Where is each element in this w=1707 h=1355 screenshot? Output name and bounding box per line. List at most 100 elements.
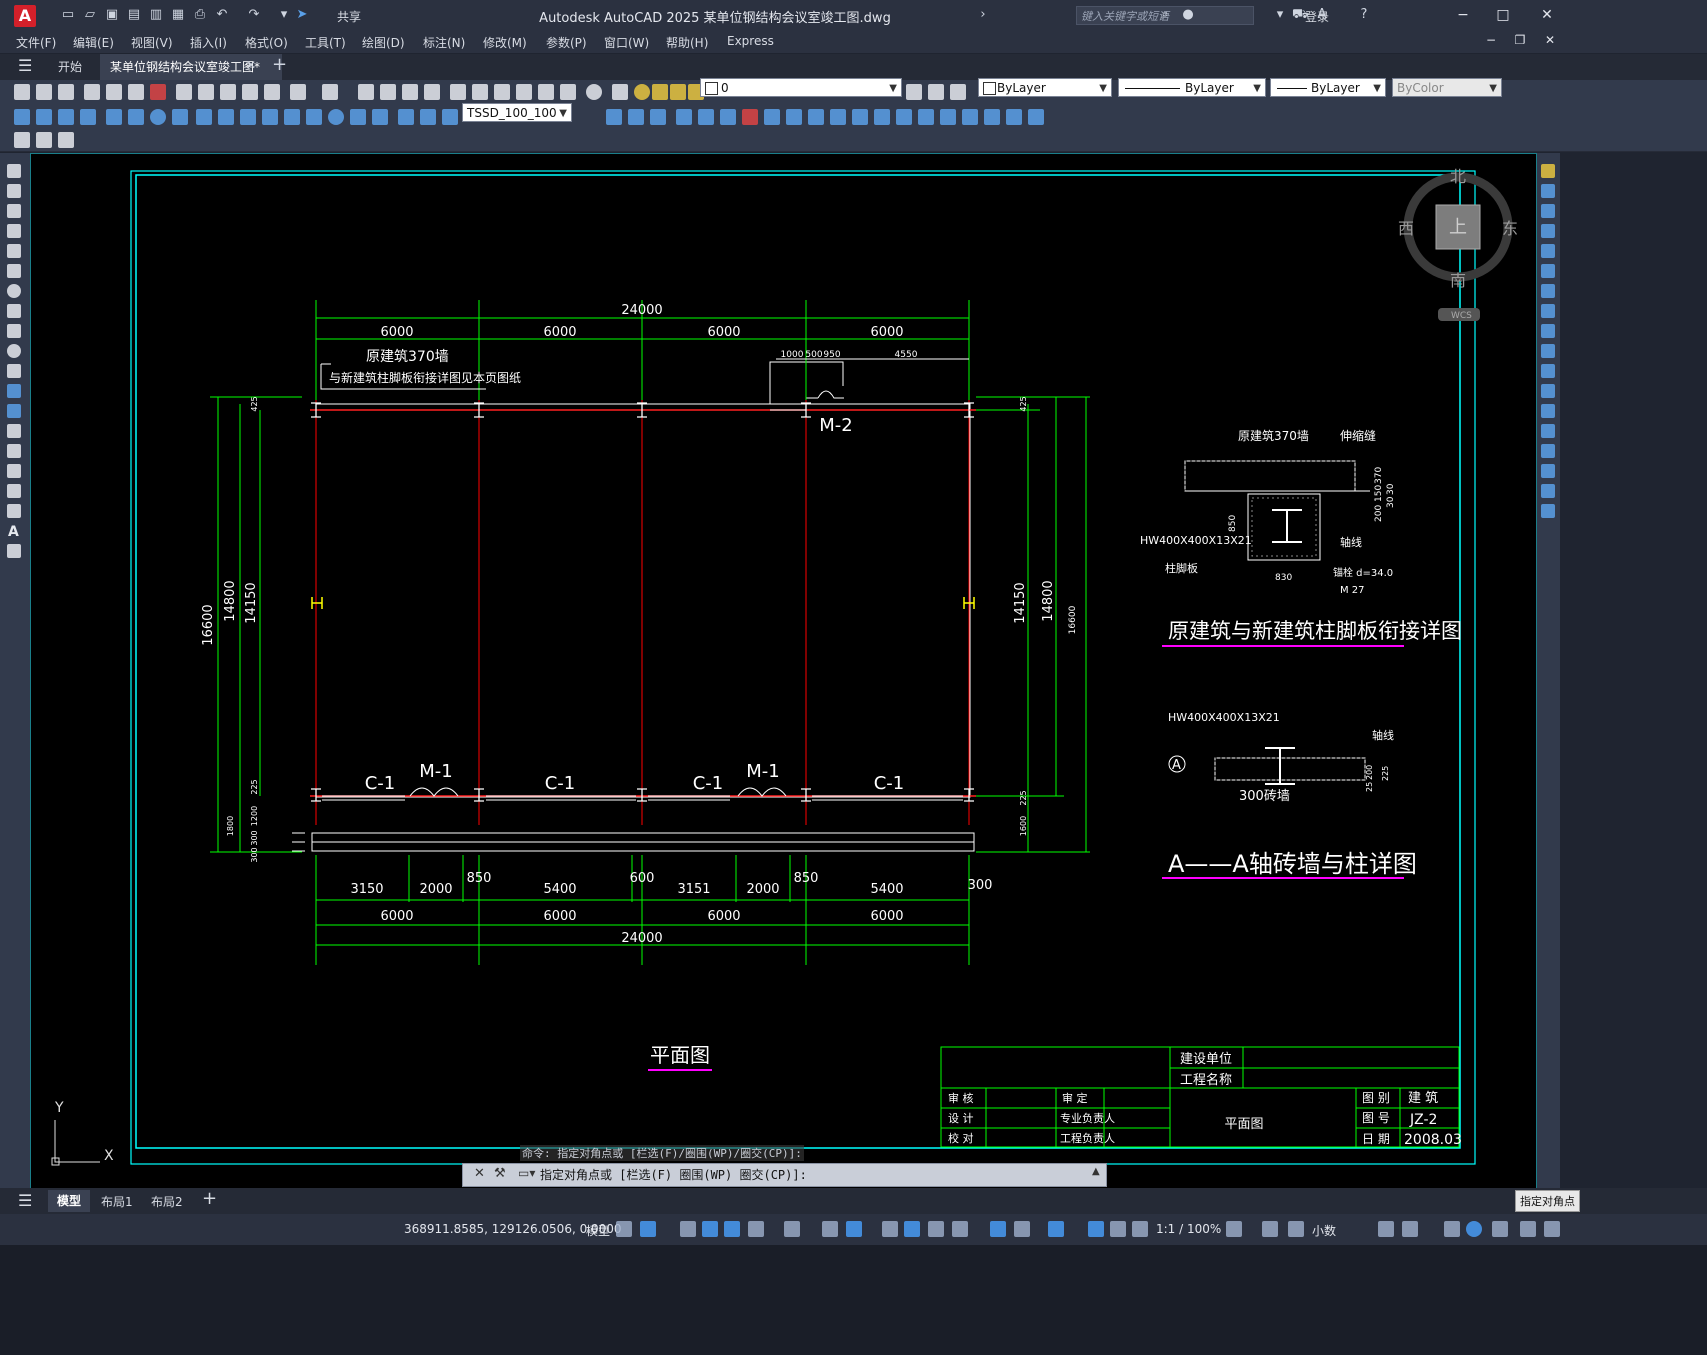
menu-format[interactable]: 格式(O) — [245, 34, 288, 51]
dynamic-ucs-icon[interactable] — [990, 1221, 1006, 1237]
diameter-dimension-icon[interactable] — [150, 109, 166, 125]
help-toolbar-icon[interactable] — [586, 84, 602, 100]
command-close-icon[interactable]: ✕ — [474, 1166, 485, 1181]
paste-icon[interactable] — [220, 84, 236, 100]
lineweight-dropdown[interactable]: ByLayer ▼ — [1270, 78, 1386, 97]
zoom-realtime-icon[interactable] — [380, 84, 396, 100]
quick-properties-icon[interactable] — [1378, 1221, 1394, 1237]
ellipse-tool-icon[interactable] — [7, 344, 21, 358]
center-mark-icon[interactable] — [328, 109, 344, 125]
extend-tool-icon[interactable] — [1541, 364, 1555, 378]
menu-window[interactable]: 窗口(W) — [604, 34, 649, 51]
sheet-set-icon[interactable] — [516, 84, 532, 100]
jogged-linear-icon[interactable] — [372, 109, 388, 125]
menu-file[interactable]: 文件(F) — [16, 34, 56, 51]
layer-freeze-icon[interactable] — [652, 84, 668, 100]
annotation-monitor-icon[interactable] — [1262, 1221, 1278, 1237]
graphics-performance-icon[interactable] — [1466, 1221, 1482, 1237]
close-button[interactable]: ✕ — [1538, 6, 1556, 24]
ortho-icon[interactable] — [724, 1221, 740, 1237]
modeling-pyramid-icon[interactable] — [742, 109, 758, 125]
add-selected-icon[interactable] — [7, 544, 21, 558]
publish-3d-icon[interactable] — [150, 84, 166, 100]
new-tab-icon[interactable]: + — [272, 54, 287, 75]
object-snap-icon[interactable] — [846, 1221, 862, 1237]
jogged-dimension-icon[interactable] — [128, 109, 144, 125]
break-tool-icon[interactable] — [1541, 404, 1555, 418]
aligned-dimension-icon[interactable] — [36, 109, 52, 125]
3d-osnap-icon[interactable] — [952, 1221, 968, 1237]
linear-dimension-icon[interactable] — [14, 109, 30, 125]
viewcube[interactable]: 北 南 西 东 上 WCS — [1398, 167, 1518, 321]
isolate-objects-icon[interactable] — [1444, 1221, 1460, 1237]
search-icon[interactable]: ⌕ — [1157, 7, 1173, 23]
qsave-icon[interactable] — [58, 84, 74, 100]
offset-tool-icon[interactable] — [1541, 224, 1555, 238]
pan-icon[interactable] — [358, 84, 374, 100]
menu-view[interactable]: 视图(V) — [131, 34, 173, 51]
subtract-icon[interactable] — [918, 109, 934, 125]
doc-close-button[interactable]: ✕ — [1541, 31, 1559, 49]
selection-filter-icon[interactable] — [1014, 1221, 1030, 1237]
hamburger-menu-icon[interactable]: ☰ — [18, 56, 32, 75]
auto-scale-icon[interactable] — [1110, 1221, 1126, 1237]
help-icon[interactable]: ? — [1356, 7, 1372, 23]
doc-restore-button[interactable]: ❐ — [1511, 31, 1529, 49]
print-preview-icon[interactable] — [106, 84, 122, 100]
zoom-previous-icon[interactable] — [424, 84, 440, 100]
3d-move-icon[interactable] — [962, 109, 978, 125]
zoom-window-icon[interactable] — [402, 84, 418, 100]
quick-dimension-icon[interactable] — [196, 109, 212, 125]
copy-tool-icon[interactable] — [1541, 184, 1555, 198]
dimstyle-dropdown[interactable]: TSSD_100_100 ▼ — [462, 103, 572, 122]
linetype-dropdown[interactable]: ByLayer ▼ — [1118, 78, 1266, 97]
menu-insert[interactable]: 插入(I) — [190, 34, 227, 51]
stretch-tool-icon[interactable] — [1541, 324, 1555, 338]
arc-tool-icon[interactable] — [7, 264, 21, 278]
modeling-cylinder-icon[interactable] — [698, 109, 714, 125]
calculator-icon[interactable] — [560, 84, 576, 100]
object-snap-tracking-icon[interactable] — [822, 1221, 838, 1237]
angular-dimension-icon[interactable] — [172, 109, 188, 125]
match-properties-icon[interactable] — [242, 84, 258, 100]
continue-dimension-icon[interactable] — [240, 109, 256, 125]
insert-block-icon[interactable] — [7, 384, 21, 398]
polyline-tool-icon[interactable] — [7, 204, 21, 218]
units-icon[interactable] — [1288, 1221, 1304, 1237]
tab-start[interactable]: 开始 — [58, 58, 82, 75]
circle-tool-icon[interactable] — [7, 284, 21, 298]
selection-cycling-icon[interactable] — [928, 1221, 944, 1237]
modeling-box-icon[interactable] — [606, 109, 622, 125]
polygon-tool-icon[interactable] — [7, 224, 21, 238]
menu-parametric[interactable]: 参数(P) — [546, 34, 587, 51]
tool-palettes-icon[interactable] — [494, 84, 510, 100]
scale-tool-icon[interactable] — [1541, 304, 1555, 318]
menu-tools[interactable]: 工具(T) — [305, 34, 346, 51]
tab-model[interactable]: 模型 — [48, 1190, 90, 1212]
layer-state-icon[interactable] — [950, 84, 966, 100]
rotate-tool-icon[interactable] — [1541, 284, 1555, 298]
color-dropdown[interactable]: ByLayer ▼ — [978, 78, 1112, 97]
3d-array-icon[interactable] — [1028, 109, 1044, 125]
menu-modify[interactable]: 修改(M) — [483, 34, 527, 51]
modeling-wedge-icon[interactable] — [628, 109, 644, 125]
menu-dimension[interactable]: 标注(N) — [423, 34, 465, 51]
dimension-text-edit-icon[interactable] — [420, 109, 436, 125]
point-tool-icon[interactable] — [7, 424, 21, 438]
clean-screen-icon[interactable] — [1492, 1221, 1508, 1237]
redo-toolbar-icon[interactable] — [322, 84, 338, 100]
grid-icon[interactable] — [616, 1221, 632, 1237]
transparency-icon[interactable] — [904, 1221, 920, 1237]
modeling-torus-icon[interactable] — [720, 109, 736, 125]
command-expand-icon[interactable]: ▲ — [1092, 1166, 1100, 1177]
ordinate-dimension-icon[interactable] — [80, 109, 96, 125]
login-dropdown-icon[interactable]: ▾ — [1272, 7, 1288, 23]
annotation-scale-icon[interactable] — [1132, 1221, 1148, 1237]
radius-dimension-icon[interactable] — [106, 109, 122, 125]
layer-properties-icon[interactable] — [612, 84, 628, 100]
command-input[interactable]: 指定对角点或 [栏选(F) 圈围(WP) 圈交(CP)]: — [540, 1166, 807, 1183]
rectangle-tool-icon[interactable] — [7, 244, 21, 258]
arc-length-icon[interactable] — [58, 109, 74, 125]
menu-express[interactable]: Express — [727, 34, 774, 48]
tab-layout1[interactable]: 布局1 — [101, 1193, 133, 1210]
